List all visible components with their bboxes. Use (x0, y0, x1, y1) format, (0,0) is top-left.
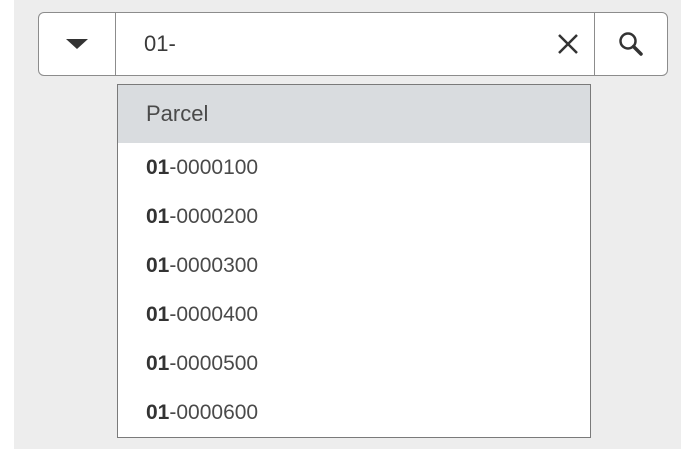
suggestion-match-text: 01 (146, 204, 170, 228)
suggestions-dropdown: Parcel 01 -0000100 01 -0000200 01 -0000300 01-… (117, 84, 591, 438)
suggestion-item[interactable]: 01 -0000600 (118, 388, 590, 437)
suggestion-rest-text: -0000300 (169, 253, 259, 277)
search-button[interactable] (594, 13, 667, 75)
suggestion-item[interactable]: 01 -0000400 (118, 290, 590, 339)
close-icon (558, 34, 578, 54)
suggestion-rest-text: -0000200 (169, 204, 259, 228)
caret-down-icon (66, 39, 88, 49)
clear-button[interactable] (542, 13, 594, 75)
suggestion-match-text: 01 (146, 400, 170, 424)
suggestions-header: Parcel (118, 85, 590, 143)
search-input[interactable] (116, 13, 542, 75)
suggestion-rest-text: -0000600 (169, 400, 259, 424)
suggestion-rest-text: -0000100 (169, 155, 259, 179)
suggestion-item[interactable]: 01 -0000200 (118, 192, 590, 241)
suggestion-item[interactable]: 01 -0000500 (118, 339, 590, 388)
suggestion-rest-text: -0000500 (169, 351, 259, 375)
suggestion-match-text: 01 (146, 351, 170, 375)
suggestion-match-text: 01 (146, 155, 170, 179)
suggestion-match-text: 01 (146, 302, 170, 326)
source-dropdown-button[interactable] (39, 13, 116, 75)
search-icon (619, 32, 643, 56)
suggestion-rest-text: -0000400 (169, 302, 259, 326)
suggestion-list: 01 -0000100 01 -0000200 01 -0000300 01 -0000400… (118, 143, 590, 437)
search-widget (38, 12, 668, 76)
suggestion-item[interactable]: 01 -0000300 (118, 241, 590, 290)
suggestion-item[interactable]: 01 -0000100 (118, 143, 590, 192)
suggestion-match-text: 01 (146, 253, 170, 277)
